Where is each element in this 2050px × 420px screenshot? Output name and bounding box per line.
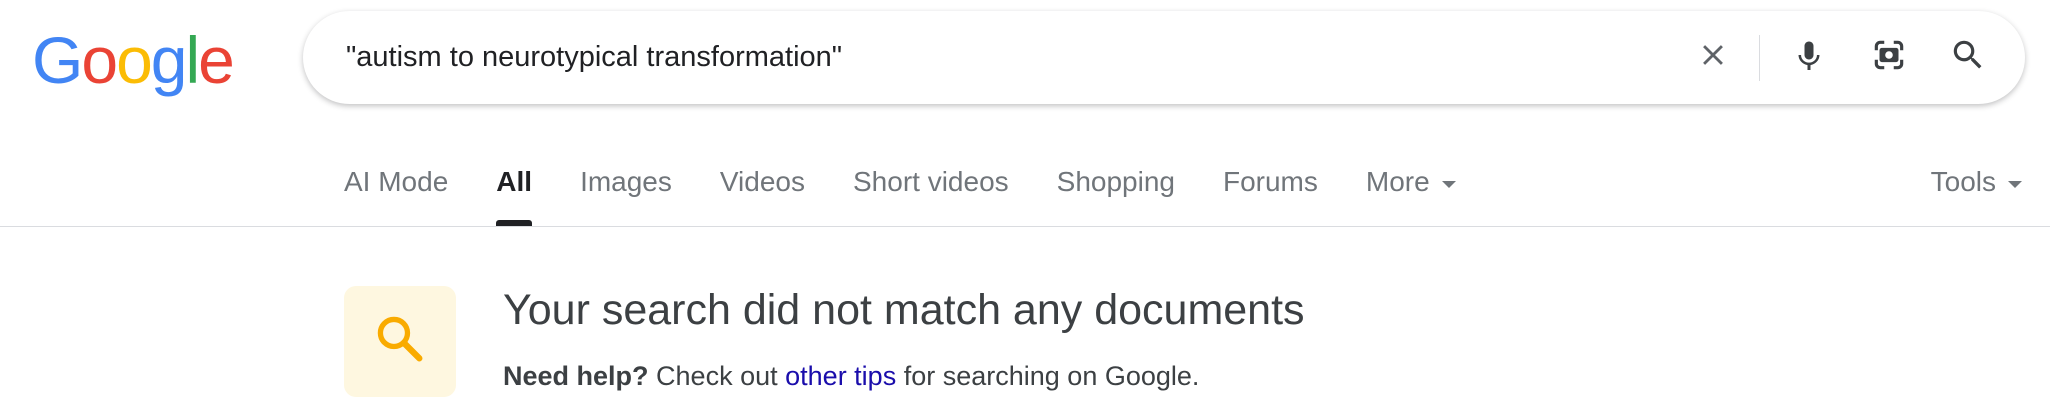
search-submit-button[interactable] <box>1940 11 1996 104</box>
tools-button[interactable]: Tools <box>1931 150 2022 226</box>
tab-label: Videos <box>719 166 805 197</box>
tabs-divider <box>0 226 2050 227</box>
logo-letter-g2: g <box>150 23 188 97</box>
help-text-pre: Check out <box>656 361 778 391</box>
tab-label: More <box>1365 166 1430 197</box>
search-input[interactable] <box>346 11 1646 104</box>
tools-label: Tools <box>1930 166 1996 197</box>
help-text-post: for searching on Google. <box>903 361 1200 391</box>
search-by-image-button[interactable] <box>1861 11 1917 104</box>
logo-letter-g1: G <box>32 23 83 97</box>
tab-videos[interactable]: Videos <box>720 150 805 226</box>
tab-images[interactable]: Images <box>580 150 672 226</box>
tab-more[interactable]: More <box>1366 150 1456 226</box>
logo-letter-l: l <box>185 23 201 97</box>
clear-search-button[interactable] <box>1685 11 1741 104</box>
help-bold-text: Need help? <box>503 361 649 391</box>
voice-search-button[interactable] <box>1781 11 1837 104</box>
tab-ai-mode[interactable]: AI Mode <box>344 150 448 226</box>
tab-short-videos[interactable]: Short videos <box>853 150 1009 226</box>
google-logo[interactable]: G o o g l e <box>32 20 235 100</box>
logo-letter-o2: o <box>116 23 153 97</box>
search-box-divider <box>1759 35 1760 81</box>
camera-lens-icon <box>1870 36 1908 79</box>
logo-letter-o1: o <box>81 23 118 97</box>
tab-all[interactable]: All <box>496 150 532 226</box>
close-icon <box>1696 38 1730 77</box>
no-results-help: Need help? Check out other tips for sear… <box>503 361 1199 392</box>
tab-forums[interactable]: Forums <box>1223 150 1318 226</box>
tab-label: Images <box>580 166 672 197</box>
no-results-icon-box <box>344 286 456 397</box>
tab-label: Forums <box>1222 166 1318 197</box>
other-tips-link[interactable]: other tips <box>785 361 896 391</box>
microphone-icon <box>1791 37 1827 78</box>
logo-letter-e: e <box>198 23 235 97</box>
caret-down-icon <box>1441 181 1456 188</box>
search-box <box>303 11 2025 104</box>
search-tabs: AI Mode All Images Videos Short videos S… <box>344 150 1504 226</box>
tab-label: Short videos <box>853 166 1009 197</box>
tab-shopping[interactable]: Shopping <box>1057 150 1175 226</box>
search-icon <box>1949 36 1987 79</box>
tab-label: AI Mode <box>344 166 449 197</box>
tab-label: Shopping <box>1056 166 1175 197</box>
caret-down-icon <box>2008 181 2022 188</box>
magnifier-icon <box>371 310 429 373</box>
no-results-title: Your search did not match any documents <box>503 286 1305 334</box>
tab-label: All <box>496 166 533 197</box>
search-results-page: G o o g l e "autism to neurotypical tran… <box>0 0 2050 420</box>
